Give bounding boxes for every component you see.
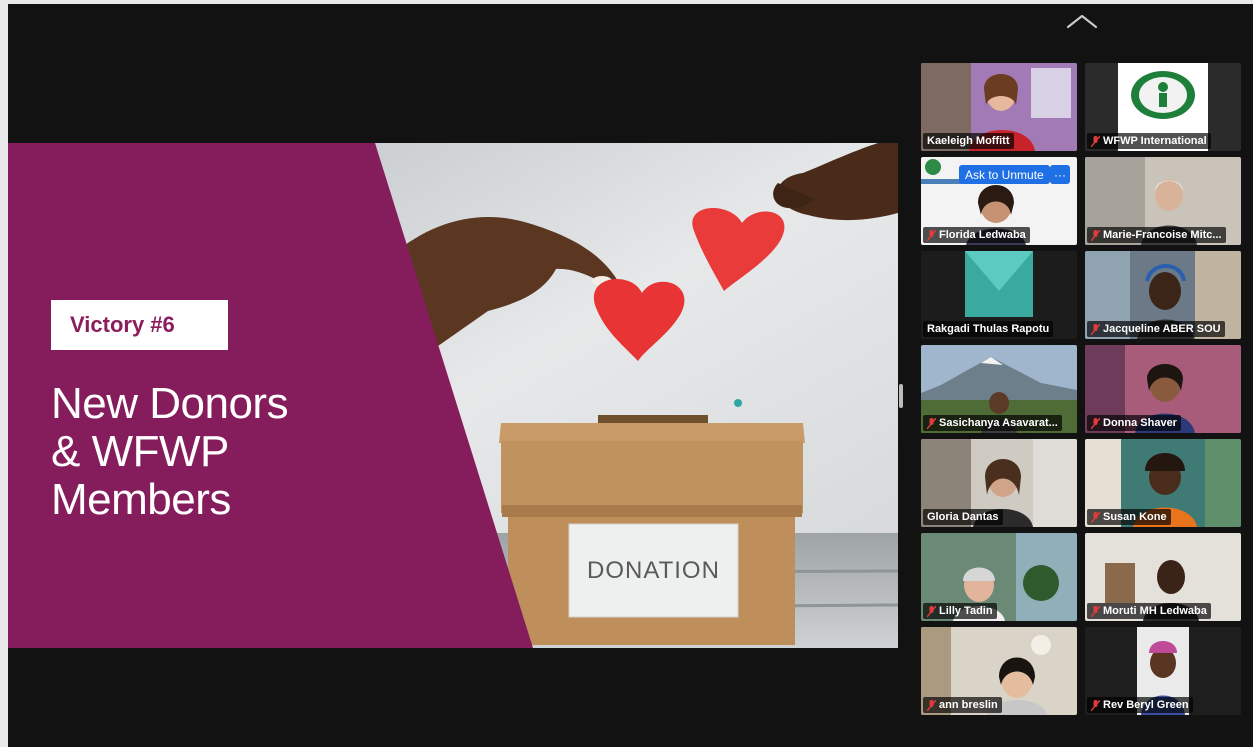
donation-box-label: DONATION xyxy=(587,556,720,584)
participant-name: Kaeleigh Moffitt xyxy=(927,135,1010,147)
participant-tile[interactable]: Marie-Francoise Mitc... xyxy=(1085,157,1241,245)
zoom-meeting-window: Victory #6 New Donors & WFWP Members DON… xyxy=(0,0,1253,747)
gallery-resize-handle[interactable] xyxy=(899,384,903,408)
participant-name-tag: Jacqueline ABER SOU xyxy=(1087,321,1225,337)
participant-tile[interactable]: Moruti MH Ledwaba xyxy=(1085,533,1241,621)
mic-muted-icon xyxy=(1091,511,1100,523)
participant-tile[interactable]: Kaeleigh Moffitt xyxy=(921,63,1077,151)
mic-muted-icon xyxy=(1091,699,1100,711)
slide-badge-text: Victory #6 xyxy=(70,312,175,337)
participant-tile[interactable]: Rakgadi Thulas Rapotu xyxy=(921,251,1077,339)
mic-muted-icon xyxy=(927,699,936,711)
participant-tile[interactable]: Susan Kone xyxy=(1085,439,1241,527)
mic-muted-icon xyxy=(927,417,936,429)
mic-muted-icon xyxy=(1091,323,1100,335)
participant-name: Jacqueline ABER SOU xyxy=(1103,323,1221,335)
participant-name-tag: Kaeleigh Moffitt xyxy=(923,133,1014,149)
slide-title-line: New Donors xyxy=(51,379,289,428)
participant-name-tag: Florida Ledwaba xyxy=(923,227,1030,243)
participant-name-tag: Moruti MH Ledwaba xyxy=(1087,603,1211,619)
participant-tile[interactable]: Ask to Unmute ··· Florida Ledwaba xyxy=(921,157,1077,245)
mic-muted-icon xyxy=(1091,229,1100,241)
slide-title: New Donors & WFWP Members xyxy=(51,380,381,524)
participant-name: Florida Ledwaba xyxy=(939,229,1026,241)
slide-title-line: Members xyxy=(51,475,231,524)
mic-muted-icon xyxy=(927,229,936,241)
participant-tile[interactable]: Sasichanya Asavarat... xyxy=(921,345,1077,433)
shared-slide: Victory #6 New Donors & WFWP Members DON… xyxy=(8,143,898,648)
participant-gallery: Kaeleigh Moffitt WFWP International Ask … xyxy=(921,63,1241,718)
chevron-up-icon xyxy=(1066,14,1098,29)
participant-name-tag: WFWP International xyxy=(1087,133,1211,149)
participant-name-tag: Gloria Dantas xyxy=(923,509,1003,525)
participant-name: Donna Shaver xyxy=(1103,417,1177,429)
participant-tile[interactable]: WFWP International xyxy=(1085,63,1241,151)
participant-name-tag: Rev Beryl Green xyxy=(1087,697,1193,713)
participant-name: Rev Beryl Green xyxy=(1103,699,1189,711)
participant-name-tag: Rakgadi Thulas Rapotu xyxy=(923,321,1054,337)
participant-tile[interactable]: Rev Beryl Green xyxy=(1085,627,1241,715)
participant-name: Susan Kone xyxy=(1103,511,1167,523)
participant-name: Marie-Francoise Mitc... xyxy=(1103,229,1222,241)
mic-muted-icon xyxy=(1091,417,1100,429)
participant-tile[interactable]: Jacqueline ABER SOU xyxy=(1085,251,1241,339)
window-top-edge xyxy=(0,0,1253,4)
participant-name: Lilly Tadin xyxy=(939,605,993,617)
ask-to-unmute-button[interactable]: Ask to Unmute xyxy=(959,165,1050,184)
participant-tile[interactable]: Gloria Dantas xyxy=(921,439,1077,527)
mic-muted-icon xyxy=(927,605,936,617)
slide-title-line: & WFWP xyxy=(51,427,229,476)
participant-name-tag: ann breslin xyxy=(923,697,1002,713)
mic-muted-icon xyxy=(1091,135,1100,147)
participant-name: WFWP International xyxy=(1103,135,1207,147)
participant-tile[interactable]: ann breslin xyxy=(921,627,1077,715)
participant-name: Rakgadi Thulas Rapotu xyxy=(927,323,1050,335)
participant-name-tag: Lilly Tadin xyxy=(923,603,997,619)
participant-name: ann breslin xyxy=(939,699,998,711)
participant-name-tag: Susan Kone xyxy=(1087,509,1171,525)
participant-name-tag: Sasichanya Asavarat... xyxy=(923,415,1062,431)
participant-tile[interactable]: Lilly Tadin xyxy=(921,533,1077,621)
more-options-button[interactable]: ··· xyxy=(1050,165,1070,184)
participant-tile[interactable]: Donna Shaver xyxy=(1085,345,1241,433)
participant-name-tag: Marie-Francoise Mitc... xyxy=(1087,227,1226,243)
participant-name: Moruti MH Ledwaba xyxy=(1103,605,1207,617)
slide-badge: Victory #6 xyxy=(51,300,228,350)
window-left-edge xyxy=(0,0,8,747)
mic-muted-icon xyxy=(1091,605,1100,617)
participant-name: Gloria Dantas xyxy=(927,511,999,523)
participant-name: Sasichanya Asavarat... xyxy=(939,417,1058,429)
collapse-gallery-button[interactable] xyxy=(1064,10,1100,32)
participant-name-tag: Donna Shaver xyxy=(1087,415,1181,431)
